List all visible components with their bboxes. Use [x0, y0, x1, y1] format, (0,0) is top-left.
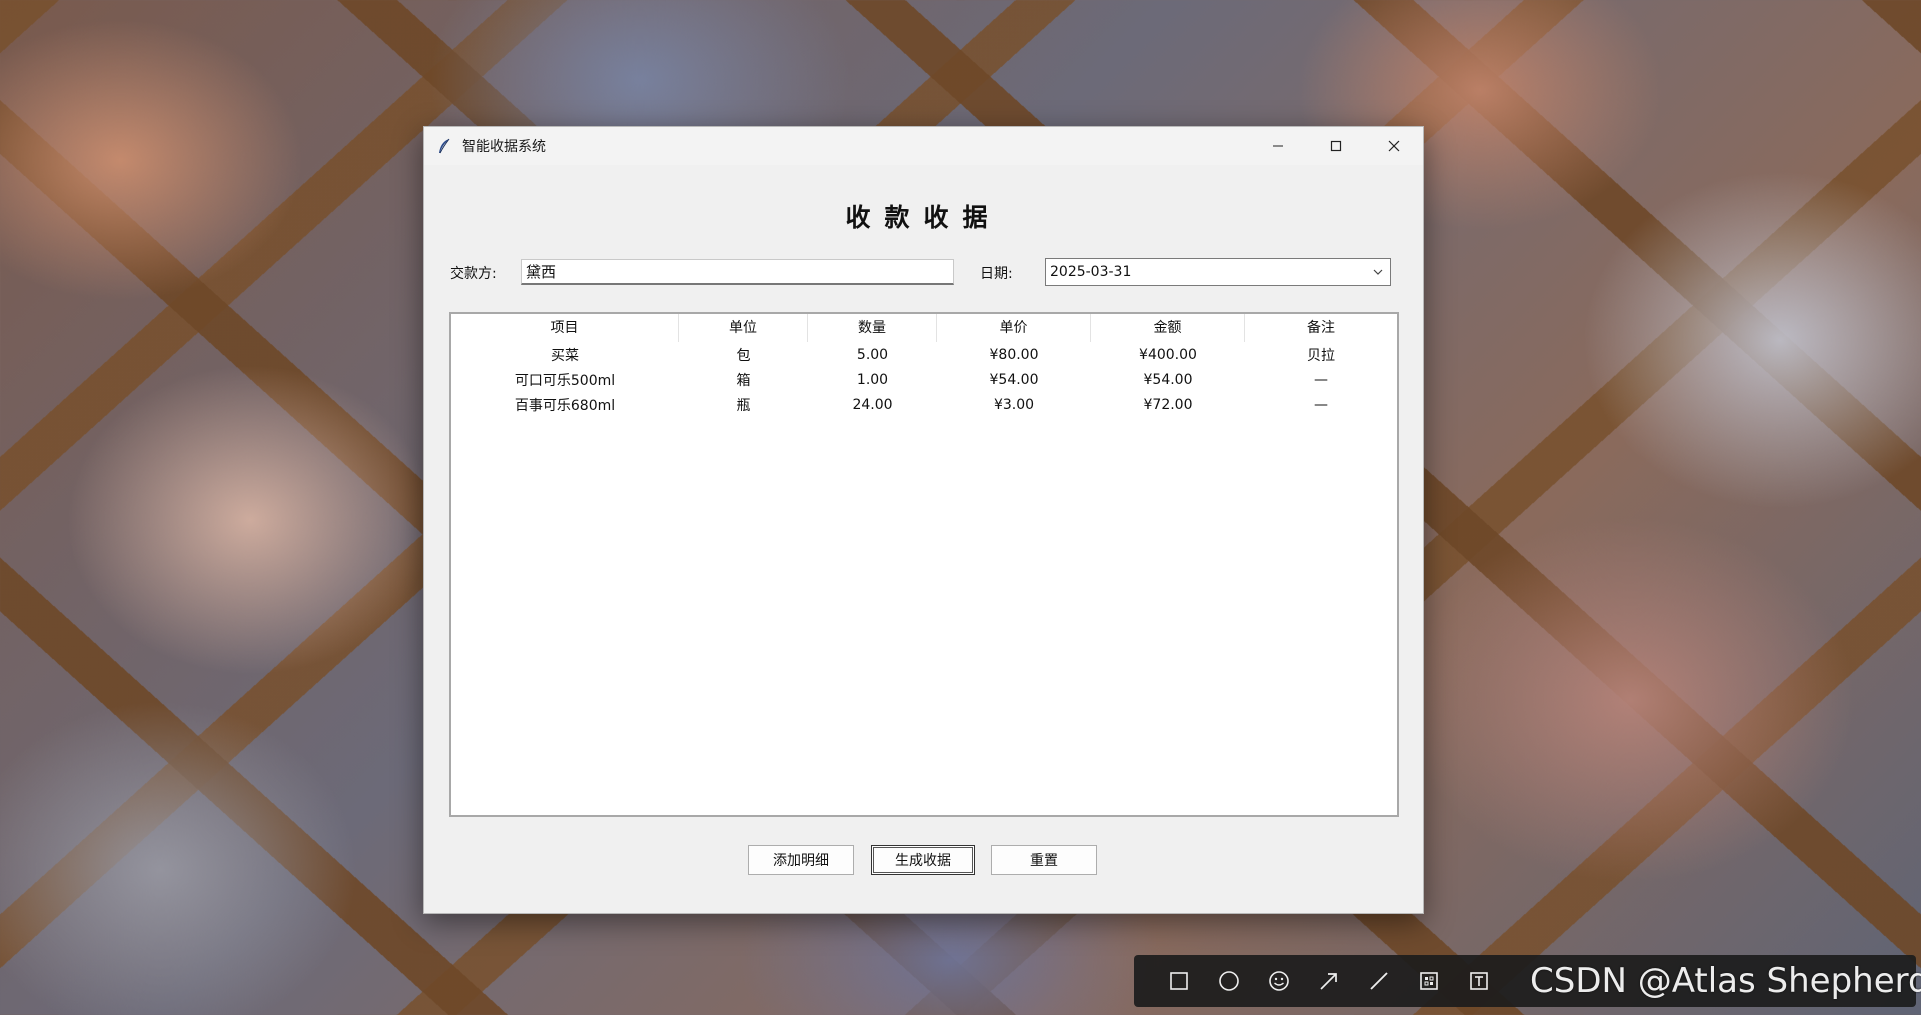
cell-note: 贝拉	[1307, 347, 1335, 364]
cell-unit-price: ¥54.00	[989, 371, 1039, 388]
arrow-icon[interactable]	[1304, 955, 1354, 1007]
chevron-down-icon	[1373, 269, 1383, 275]
cell-quantity: 24.00	[852, 396, 893, 413]
cell-unit: 瓶	[736, 397, 751, 414]
minimize-icon	[1273, 145, 1283, 147]
emoji-icon[interactable]	[1254, 955, 1304, 1007]
column-header-note[interactable]: 备注	[1245, 314, 1397, 342]
reset-button[interactable]: 重置	[991, 845, 1097, 875]
minimize-button[interactable]	[1249, 127, 1307, 165]
cell-note: —	[1314, 371, 1328, 388]
close-button[interactable]	[1365, 127, 1423, 165]
receipt-heading: 收款收据	[845, 203, 1002, 232]
table-row[interactable]: 买菜 包 5.00 ¥80.00 ¥400.00 贝拉	[451, 342, 1397, 367]
maximize-icon	[1330, 140, 1342, 152]
column-header-quantity[interactable]: 数量	[808, 314, 937, 342]
rectangle-icon[interactable]	[1154, 955, 1204, 1007]
csdn-watermark: CSDN @Atlas Shepherd	[1530, 961, 1921, 1001]
feather-icon	[436, 138, 452, 154]
cell-quantity: 1.00	[856, 371, 889, 388]
table-header: 项目 单位 数量 单价 金额 备注	[451, 314, 1397, 342]
cell-amount: ¥54.00	[1143, 371, 1193, 388]
column-header-item[interactable]: 项目	[451, 314, 679, 342]
cell-unit: 箱	[736, 372, 751, 389]
table-row[interactable]: 可口可乐500ml 箱 1.00 ¥54.00 ¥54.00 —	[451, 367, 1397, 392]
title-bar[interactable]: 智能收据系统	[424, 127, 1423, 165]
table-row[interactable]: 百事可乐680ml 瓶 24.00 ¥3.00 ¥72.00 —	[451, 392, 1397, 417]
cell-note: —	[1314, 396, 1328, 413]
maximize-button[interactable]	[1307, 127, 1365, 165]
cell-item: 百事可乐680ml	[514, 397, 616, 414]
column-header-amount[interactable]: 金额	[1091, 314, 1245, 342]
mosaic-icon[interactable]	[1404, 955, 1454, 1007]
ellipse-icon[interactable]	[1204, 955, 1254, 1007]
cell-quantity: 5.00	[856, 346, 889, 363]
date-value: 2025-03-31	[1050, 264, 1132, 280]
column-header-unit-price[interactable]: 单价	[937, 314, 1091, 342]
date-combobox[interactable]: 2025-03-31	[1045, 258, 1391, 286]
cell-unit-price: ¥80.00	[989, 346, 1039, 363]
receipt-app-window: 智能收据系统 收款收据 交款方: 黛西 日期: 2025-03-31 项目 单位…	[423, 126, 1424, 914]
cell-item: 买菜	[551, 347, 579, 364]
add-detail-button[interactable]: 添加明细	[748, 845, 854, 875]
payer-label: 交款方:	[450, 266, 497, 282]
cell-item: 可口可乐500ml	[514, 372, 616, 389]
column-header-unit[interactable]: 单位	[679, 314, 808, 342]
date-label: 日期:	[980, 266, 1013, 282]
cell-unit-price: ¥3.00	[993, 396, 1035, 413]
window-title: 智能收据系统	[462, 139, 546, 155]
cell-unit: 包	[736, 347, 751, 364]
payer-input[interactable]: 黛西	[521, 259, 954, 285]
text-icon[interactable]	[1454, 955, 1504, 1007]
line-icon[interactable]	[1354, 955, 1404, 1007]
close-icon	[1388, 140, 1400, 152]
cell-amount: ¥400.00	[1139, 346, 1197, 363]
receipt-items-table[interactable]: 项目 单位 数量 单价 金额 备注 买菜 包 5.00 ¥80.00 ¥400.…	[449, 312, 1399, 817]
cell-amount: ¥72.00	[1143, 396, 1193, 413]
generate-receipt-button[interactable]: 生成收据	[871, 845, 975, 875]
